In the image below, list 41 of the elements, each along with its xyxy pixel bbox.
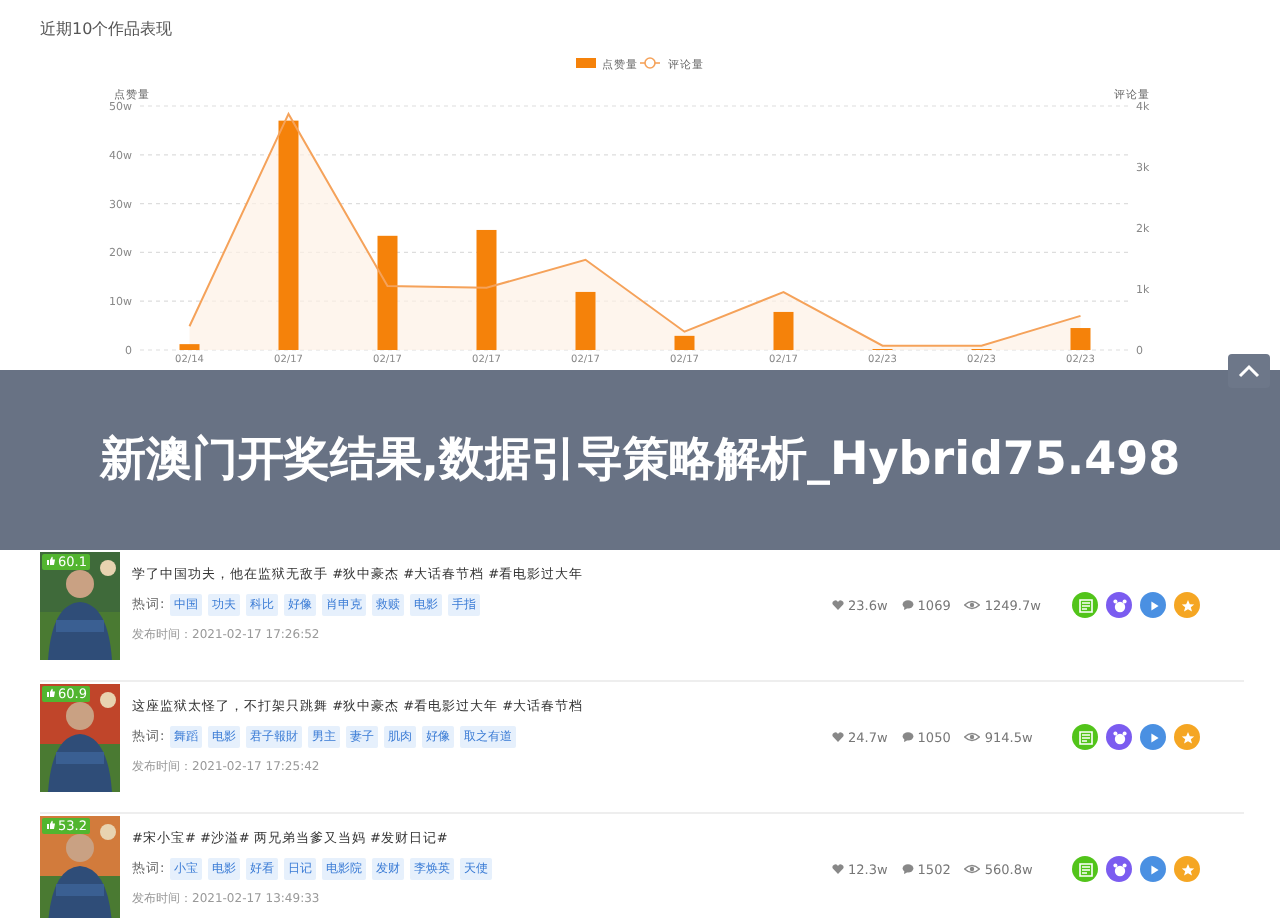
note-button[interactable] [1072,724,1098,750]
animal-icon [1111,861,1127,877]
comment-icon [901,600,914,610]
heart-icon [832,600,844,610]
animal-icon [1111,597,1127,613]
eye-icon [964,600,981,610]
animal-button[interactable] [1106,856,1132,882]
like-bar [476,229,497,350]
banner-title: 新澳门开奖结果,数据引导策略解析_Hybrid75.498 [97,431,1183,489]
star-icon [1179,597,1195,613]
like-bar [1070,328,1091,350]
animal-button[interactable] [1106,724,1132,750]
star-button[interactable] [1174,856,1200,882]
animal-button[interactable] [1106,592,1132,618]
chevron-up-icon [1238,364,1260,378]
play-button[interactable] [1140,592,1166,618]
star-button[interactable] [1174,724,1200,750]
note-button[interactable] [1072,592,1098,618]
play-icon [1145,861,1161,877]
note-icon [1077,861,1093,877]
heart-icon [832,864,844,874]
play-icon [1145,597,1161,613]
eye-icon [964,864,981,874]
star-button[interactable] [1174,592,1200,618]
section-title: 近期10个作品表现 [38,18,175,40]
play-button[interactable] [1140,724,1166,750]
like-bar [179,344,200,350]
note-icon [1077,729,1093,745]
scroll-top-button[interactable] [1228,354,1270,388]
like-bar [377,235,398,350]
heart-icon [832,732,844,742]
note-icon [1077,597,1093,613]
play-button[interactable] [1140,856,1166,882]
star-icon [1179,729,1195,745]
comment-icon [901,864,914,874]
eye-icon [964,732,981,742]
star-icon [1179,861,1195,877]
animal-icon [1111,729,1127,745]
note-button[interactable] [1072,856,1098,882]
comment-icon [901,732,914,742]
play-icon [1145,729,1161,745]
